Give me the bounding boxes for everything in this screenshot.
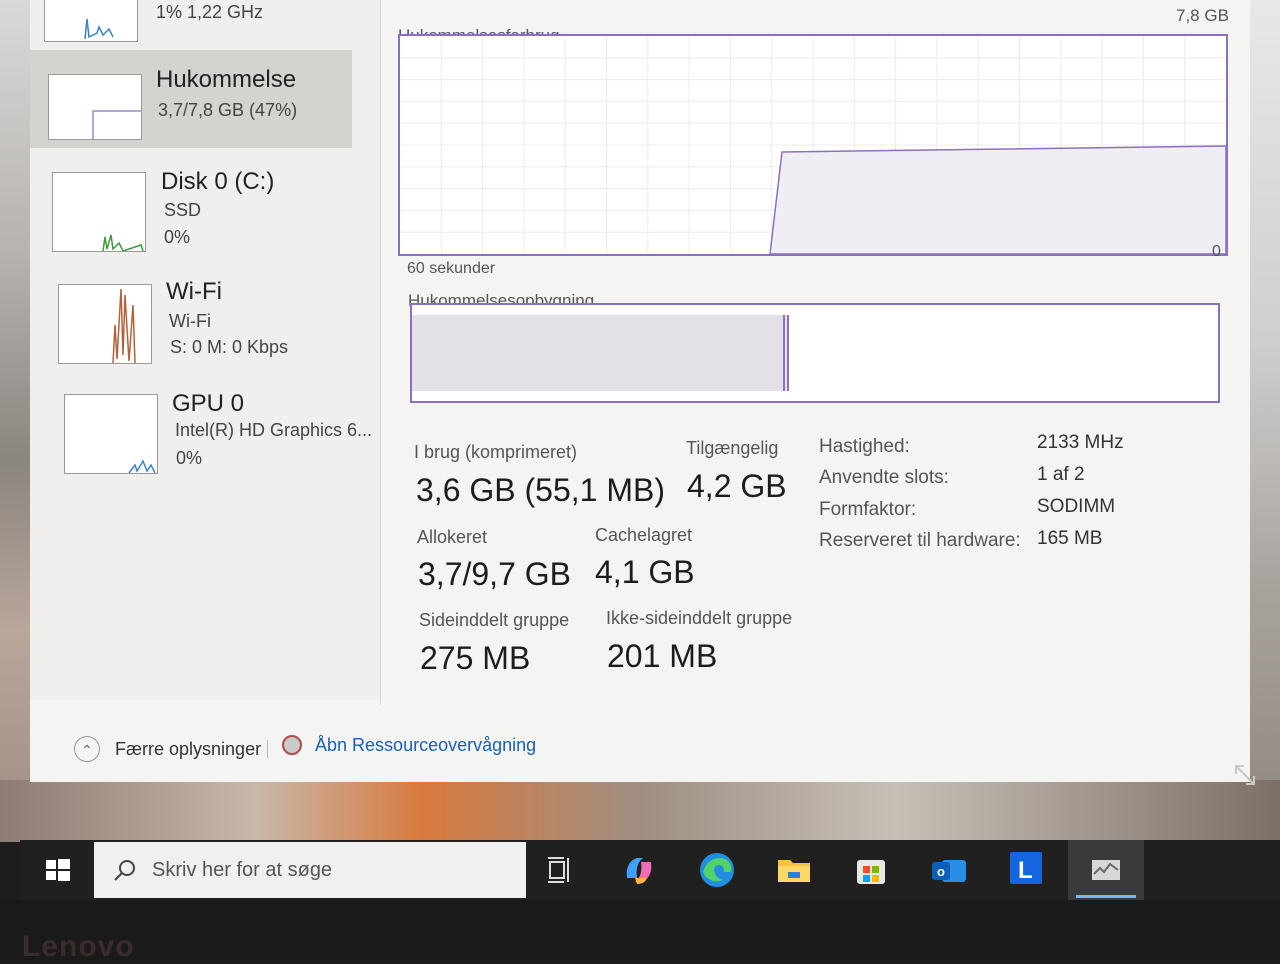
disk-title: Disk 0 (C:) xyxy=(161,168,275,195)
gpu-title: GPU 0 xyxy=(172,390,245,417)
gpu-adapter-name: Intel(R) HD Graphics 6... xyxy=(175,420,373,440)
laptop-brand-logo: Lenovo xyxy=(22,930,135,963)
sidebar-item-disk[interactable]: Disk 0 (C:) SSD 0% xyxy=(30,160,352,260)
sidebar-divider xyxy=(380,0,381,705)
hardware-reserved-label: Reserveret til hardware: xyxy=(819,530,1021,551)
task-manager-icon xyxy=(1092,860,1120,880)
sidebar-item-gpu[interactable]: GPU 0 Intel(R) HD Graphics 6... 0% xyxy=(30,384,372,484)
svg-text:o: o xyxy=(937,864,945,879)
window-resize-grip[interactable] xyxy=(1232,762,1258,788)
windows-logo-icon xyxy=(46,859,70,881)
taskbar-search-box[interactable]: Skriv her for at søge xyxy=(94,842,526,898)
disk-usage: 0% xyxy=(164,227,191,247)
desktop-background-left xyxy=(0,0,30,840)
slots-used-value: 1 af 2 xyxy=(1037,464,1085,485)
taskbar: Skriv her for at søge o L xyxy=(20,840,1280,900)
search-icon xyxy=(114,860,135,881)
cpu-stats: 1% 1,22 GHz xyxy=(156,2,264,22)
graph-time-span: 60 sekunder xyxy=(407,260,496,277)
slots-used-label: Anvendte slots: xyxy=(819,467,949,488)
gpu-thumbnail-graph xyxy=(64,394,158,474)
svg-text:L: L xyxy=(1018,857,1033,884)
composition-in-use-segment xyxy=(412,315,789,391)
speed-label: Hastighed: xyxy=(819,436,910,457)
wifi-rate: S: 0 M: 0 Kbps xyxy=(170,337,289,357)
cpu-thumbnail-graph xyxy=(44,0,138,42)
microsoft-store-icon[interactable] xyxy=(849,848,893,892)
memory-thumbnail-graph xyxy=(48,74,142,140)
nonpaged-pool-value: 201 MB xyxy=(607,638,718,674)
task-view-icon[interactable] xyxy=(540,848,584,892)
committed-value: 3,7/9,7 GB xyxy=(418,556,571,592)
disk-type: SSD xyxy=(164,200,202,220)
desktop-background-right xyxy=(1248,0,1280,840)
desktop-background-bottom xyxy=(0,780,1280,842)
fewer-details-label: Færre oplysninger xyxy=(115,738,262,759)
memory-composition-bar xyxy=(410,303,1220,403)
in-use-value: 3,6 GB (55,1 MB) xyxy=(416,472,665,508)
file-explorer-icon[interactable] xyxy=(772,848,816,892)
laptop-bezel xyxy=(0,900,1280,960)
edge-browser-icon[interactable] xyxy=(695,848,739,892)
gpu-usage: 0% xyxy=(176,448,203,468)
fewer-details-button[interactable]: ⌃ Færre oplysninger xyxy=(74,736,261,762)
available-label: Tilgængelig xyxy=(686,438,779,458)
speed-value: 2133 MHz xyxy=(1037,432,1124,453)
open-resource-monitor-label: Åbn Ressourceovervågning xyxy=(315,734,537,755)
form-factor-value: SODIMM xyxy=(1037,496,1116,517)
memory-usage-graph xyxy=(398,34,1228,256)
search-placeholder: Skriv her for at søge xyxy=(152,859,333,881)
task-manager-taskbar-button[interactable] xyxy=(1068,840,1144,900)
performance-sidebar: 1% 1,22 GHz Hukommelse 3,7/7,8 GB (47%) … xyxy=(30,0,380,700)
start-button[interactable] xyxy=(20,840,92,900)
disk-thumbnail-graph xyxy=(52,172,146,252)
open-resource-monitor-link[interactable]: Åbn Ressourceovervågning xyxy=(282,734,536,756)
chevron-up-icon: ⌃ xyxy=(74,736,100,762)
cached-label: Cachelagret xyxy=(595,525,693,545)
paged-pool-value: 275 MB xyxy=(420,640,531,676)
l-app-icon[interactable]: L xyxy=(1004,848,1048,892)
paged-pool-label: Sideinddelt gruppe xyxy=(419,610,570,630)
committed-label: Allokeret xyxy=(417,527,488,547)
nonpaged-pool-label: Ikke-sideinddelt gruppe xyxy=(606,608,793,628)
in-use-label: I brug (komprimeret) xyxy=(414,442,578,462)
memory-usage: 3,7/7,8 GB (47%) xyxy=(158,100,298,120)
wifi-thumbnail-graph xyxy=(58,284,152,364)
copilot-icon[interactable] xyxy=(617,848,661,892)
active-window-indicator xyxy=(1076,895,1136,898)
form-factor-label: Formfaktor: xyxy=(819,499,917,520)
sidebar-item-memory[interactable]: Hukommelse 3,7/7,8 GB (47%) xyxy=(30,50,352,148)
sidebar-item-wifi[interactable]: Wi-Fi Wi-Fi S: 0 M: 0 Kbps xyxy=(30,272,352,372)
hardware-reserved-value: 165 MB xyxy=(1037,528,1103,549)
resource-monitor-icon xyxy=(282,735,302,756)
wifi-title: Wi-Fi xyxy=(166,278,222,305)
wifi-adapter-name: Wi-Fi xyxy=(169,311,211,331)
cached-value: 4,1 GB xyxy=(595,554,695,590)
task-manager-window: 1% 1,22 GHz Hukommelse 3,7/7,8 GB (47%) … xyxy=(30,0,1250,782)
graph-max-value: 7,8 GB xyxy=(1176,6,1229,25)
footer-divider xyxy=(267,740,268,758)
graph-min-value: 0 xyxy=(1212,243,1221,260)
available-value: 4,2 GB xyxy=(687,468,787,504)
memory-title: Hukommelse xyxy=(156,66,297,93)
outlook-icon[interactable]: o xyxy=(926,848,970,892)
